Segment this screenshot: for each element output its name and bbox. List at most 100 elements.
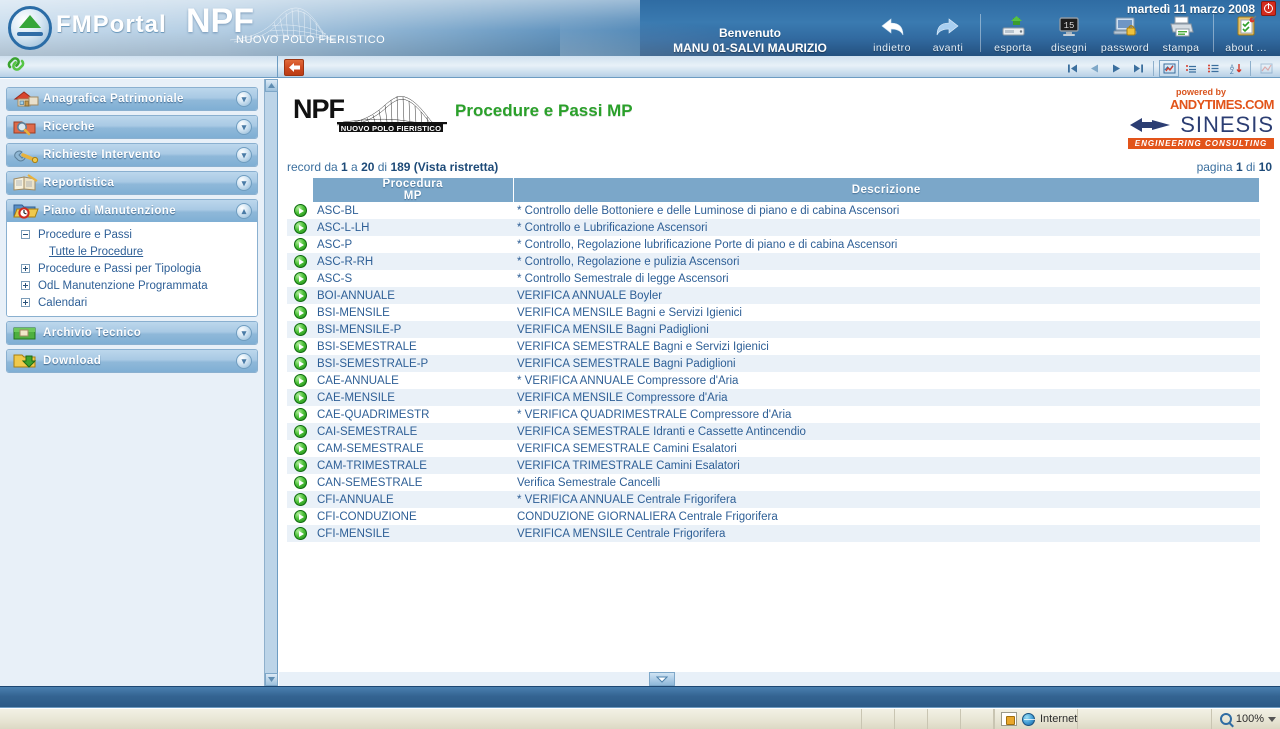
chevron-down-icon[interactable]: ▾ bbox=[236, 353, 252, 369]
column-header-procedura[interactable]: Procedura MP bbox=[313, 178, 514, 202]
toolbar-disegni[interactable]: 15 disegni bbox=[1041, 14, 1097, 54]
cell-descrizione[interactable]: VERIFICA SEMESTRALE Bagni e Servizi Igie… bbox=[513, 338, 1260, 355]
chevron-down-icon[interactable]: ▾ bbox=[236, 325, 252, 341]
table-row[interactable]: CAI-SEMESTRALE VERIFICA SEMESTRALE Idrant… bbox=[287, 423, 1260, 440]
tree-item-procedure-e-passi[interactable]: Procedure e Passi bbox=[11, 226, 253, 243]
table-row[interactable]: BSI-SEMESTRALE-P VERIFICA SEMESTRALE Bagn… bbox=[287, 355, 1260, 372]
sidebar-scrollbar[interactable] bbox=[265, 79, 278, 686]
collapse-minus-icon[interactable] bbox=[21, 230, 30, 239]
cell-procedura[interactable]: CFI-MENSILE bbox=[313, 525, 513, 542]
cell-descrizione[interactable]: * VERIFICA QUADRIMESTRALE Compressore d'… bbox=[513, 406, 1260, 423]
table-row[interactable]: ASC-R-RH * Controllo, Regolazione e puliz… bbox=[287, 253, 1260, 270]
table-row[interactable]: BSI-MENSILE-P VERIFICA MENSILE Bagni Padi… bbox=[287, 321, 1260, 338]
go-arrow-icon[interactable] bbox=[293, 374, 307, 387]
go-arrow-icon[interactable] bbox=[293, 340, 307, 353]
go-arrow-icon[interactable] bbox=[293, 408, 307, 421]
cell-descrizione[interactable]: VERIFICA MENSILE Bagni Padiglioni bbox=[513, 321, 1260, 338]
cell-procedura[interactable]: ASC-R-RH bbox=[313, 253, 513, 270]
table-row[interactable]: ASC-L-LH * Controllo e Lubrificazione Asc… bbox=[287, 219, 1260, 236]
cell-descrizione[interactable]: Verifica Semestrale Cancelli bbox=[513, 474, 1260, 491]
cell-procedura[interactable]: CAM-SEMESTRALE bbox=[313, 440, 513, 457]
cell-descrizione[interactable]: VERIFICA MENSILE Centrale Frigorifera bbox=[513, 525, 1260, 542]
go-arrow-icon[interactable] bbox=[293, 425, 307, 438]
cell-descrizione[interactable]: * VERIFICA ANNUALE Compressore d'Aria bbox=[513, 372, 1260, 389]
go-arrow-icon[interactable] bbox=[293, 255, 307, 268]
cell-descrizione[interactable]: VERIFICA SEMESTRALE Bagni Padiglioni bbox=[513, 355, 1260, 372]
go-arrow-icon[interactable] bbox=[293, 442, 307, 455]
list-icon[interactable] bbox=[1203, 60, 1223, 77]
chevron-down-icon[interactable]: ▾ bbox=[236, 91, 252, 107]
tree-item-tutte-le-procedure[interactable]: Tutte le Procedure bbox=[11, 243, 253, 260]
tree-item-procedure-e-passi-per-tipologia[interactable]: Procedure e Passi per Tipologia bbox=[11, 260, 253, 277]
cell-procedura[interactable]: CFI-CONDUZIONE bbox=[313, 508, 513, 525]
tree-label-procedure-e-passi[interactable]: Procedure e Passi bbox=[38, 229, 132, 241]
cell-procedura[interactable]: BSI-MENSILE-P bbox=[313, 321, 513, 338]
go-arrow-icon[interactable] bbox=[293, 510, 307, 523]
sidebar-item-piano-di-manutenzione[interactable]: Piano di Manutenzione ▴ bbox=[7, 200, 257, 222]
table-row[interactable]: CAN-SEMESTRALE Verifica Semestrale Cancel… bbox=[287, 474, 1260, 491]
cell-procedura[interactable]: CAN-SEMESTRALE bbox=[313, 474, 513, 491]
expand-plus-icon[interactable] bbox=[21, 264, 30, 273]
cell-descrizione[interactable]: * Controllo Semestrale di legge Ascensor… bbox=[513, 270, 1260, 287]
go-arrow-icon[interactable] bbox=[293, 306, 307, 319]
table-row[interactable]: BSI-SEMESTRALE VERIFICA SEMESTRALE Bagni … bbox=[287, 338, 1260, 355]
cell-descrizione[interactable]: * Controllo e Lubrificazione Ascensori bbox=[513, 219, 1260, 236]
tree-label-procedure-e-passi-per-tipologia[interactable]: Procedure e Passi per Tipologia bbox=[38, 263, 201, 275]
cell-descrizione[interactable]: VERIFICA TRIMESTRALE Camini Esalatori bbox=[513, 457, 1260, 474]
next-record-button[interactable] bbox=[1106, 60, 1126, 77]
sidebar-item-archivio-tecnico[interactable]: Archivio Tecnico ▾ bbox=[7, 322, 257, 344]
chevron-down-icon[interactable]: ▾ bbox=[236, 147, 252, 163]
table-row[interactable]: CAM-TRIMESTRALE VERIFICA TRIMESTRALE Cami… bbox=[287, 457, 1260, 474]
go-arrow-icon[interactable] bbox=[293, 272, 307, 285]
table-row[interactable]: CFI-CONDUZIONE CONDUZIONE GIORNALIERA Cen… bbox=[287, 508, 1260, 525]
cell-descrizione[interactable]: VERIFICA MENSILE Compressore d'Aria bbox=[513, 389, 1260, 406]
table-row[interactable]: CFI-MENSILE VERIFICA MENSILE Centrale Fri… bbox=[287, 525, 1260, 542]
table-row[interactable]: CFI-ANNUALE * VERIFICA ANNUALE Centrale F… bbox=[287, 491, 1260, 508]
last-record-button[interactable] bbox=[1128, 60, 1148, 77]
green-link-icon[interactable] bbox=[6, 56, 26, 77]
toolbar-password[interactable]: password bbox=[1097, 14, 1153, 54]
cell-procedura[interactable]: BSI-SEMESTRALE-P bbox=[313, 355, 513, 372]
go-arrow-icon[interactable] bbox=[293, 493, 307, 506]
cell-procedura[interactable]: BSI-MENSILE bbox=[313, 304, 513, 321]
totals-icon[interactable] bbox=[1181, 60, 1201, 77]
toolbar-indietro[interactable]: indietro bbox=[864, 14, 920, 54]
cell-descrizione[interactable]: VERIFICA SEMESTRALE Idranti e Cassette A… bbox=[513, 423, 1260, 440]
cell-procedura[interactable]: BOI-ANNUALE bbox=[313, 287, 513, 304]
check-grid-icon[interactable] bbox=[1159, 59, 1179, 77]
sort-az-icon[interactable]: AZ bbox=[1225, 60, 1245, 77]
first-record-button[interactable] bbox=[1062, 60, 1082, 77]
go-arrow-icon[interactable] bbox=[293, 238, 307, 251]
cell-procedura[interactable]: CAE-QUADRIMESTR bbox=[313, 406, 513, 423]
chart-icon-disabled[interactable] bbox=[1256, 60, 1276, 77]
scroll-down-arrow-icon[interactable] bbox=[265, 673, 278, 686]
chevron-down-icon[interactable]: ▾ bbox=[236, 175, 252, 191]
cell-descrizione[interactable]: VERIFICA SEMESTRALE Camini Esalatori bbox=[513, 440, 1260, 457]
sidebar-item-reportistica[interactable]: Reportistica ▾ bbox=[7, 172, 257, 194]
cell-procedura[interactable]: CAE-ANNUALE bbox=[313, 372, 513, 389]
table-row[interactable]: ASC-BL * Controllo delle Bottoniere e del… bbox=[287, 202, 1260, 219]
table-row[interactable]: CAM-SEMESTRALE VERIFICA SEMESTRALE Camini… bbox=[287, 440, 1260, 457]
chevron-up-icon[interactable]: ▴ bbox=[236, 203, 252, 219]
go-arrow-icon[interactable] bbox=[293, 391, 307, 404]
table-row[interactable]: BSI-MENSILE VERIFICA MENSILE Bagni e Serv… bbox=[287, 304, 1260, 321]
cell-descrizione[interactable]: * Controllo, Regolazione e pulizia Ascen… bbox=[513, 253, 1260, 270]
cell-descrizione[interactable]: VERIFICA MENSILE Bagni e Servizi Igienic… bbox=[513, 304, 1260, 321]
tree-label-tutte-le-procedure[interactable]: Tutte le Procedure bbox=[49, 246, 143, 258]
chevron-down-icon[interactable] bbox=[1268, 716, 1276, 722]
sidebar-item-richieste-intervento[interactable]: Richieste Intervento ▾ bbox=[7, 144, 257, 166]
cell-descrizione[interactable]: CONDUZIONE GIORNALIERA Centrale Frigorif… bbox=[513, 508, 1260, 525]
go-arrow-icon[interactable] bbox=[293, 357, 307, 370]
cell-procedura[interactable]: ASC-S bbox=[313, 270, 513, 287]
cell-procedura[interactable]: CAI-SEMESTRALE bbox=[313, 423, 513, 440]
sidebar-item-anagrafica-patrimoniale[interactable]: Anagrafica Patrimoniale ▾ bbox=[7, 88, 257, 110]
tree-label-calendari[interactable]: Calendari bbox=[38, 297, 87, 309]
go-arrow-icon[interactable] bbox=[293, 323, 307, 336]
column-header-descrizione[interactable]: Descrizione bbox=[513, 178, 1260, 202]
scroll-down-arrow-icon[interactable] bbox=[649, 672, 675, 686]
zoom-control[interactable]: 100% bbox=[1210, 709, 1276, 729]
toolbar-esporta[interactable]: esporta bbox=[985, 14, 1041, 54]
tree-label-odl-manutenzione-programmata[interactable]: OdL Manutenzione Programmata bbox=[38, 280, 208, 292]
table-row[interactable]: ASC-P * Controllo, Regolazione lubrificaz… bbox=[287, 236, 1260, 253]
cell-procedura[interactable]: BSI-SEMESTRALE bbox=[313, 338, 513, 355]
